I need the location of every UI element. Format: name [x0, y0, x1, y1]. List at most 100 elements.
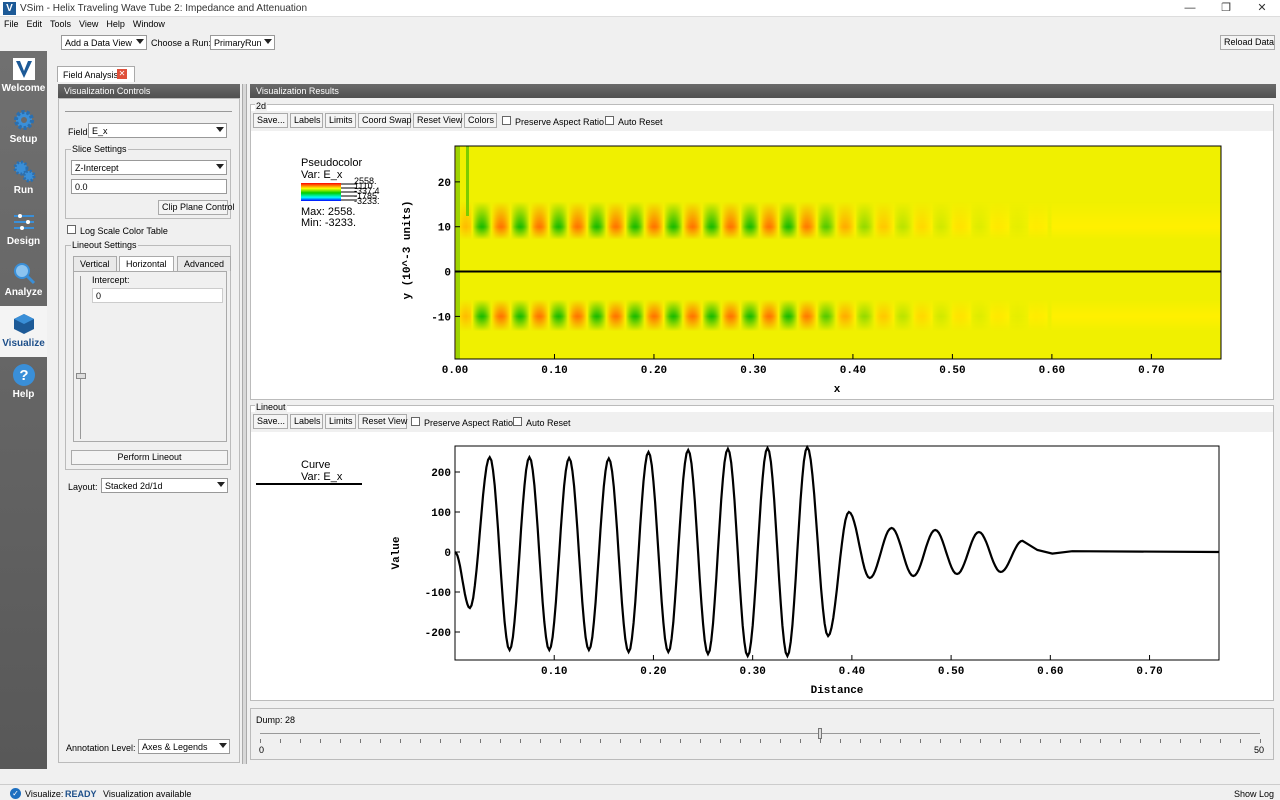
legend-tick: -3233. [354, 196, 380, 206]
limits-button[interactable]: Limits [325, 113, 356, 128]
auto-reset-checkbox[interactable] [513, 417, 522, 426]
lineout-tab-panel: Intercept: 0 [73, 271, 227, 442]
show-log-button[interactable]: Show Log [1234, 789, 1274, 799]
save-button[interactable]: Save... [253, 113, 288, 128]
tab-advanced[interactable]: Advanced [177, 256, 232, 271]
menu-tools[interactable]: Tools [46, 17, 75, 29]
help-icon: ? [12, 364, 35, 386]
log-scale-checkbox[interactable] [67, 225, 76, 234]
save-button[interactable]: Save... [253, 414, 288, 429]
intercept-input[interactable]: 0 [92, 288, 223, 303]
sidebar-item-welcome[interactable]: Welcome [0, 51, 47, 102]
perform-lineout-button[interactable]: Perform Lineout [71, 450, 228, 465]
menu-edit[interactable]: Edit [23, 17, 47, 29]
auto-reset-label: Auto Reset [618, 117, 663, 127]
coord-swap-button[interactable]: Coord Swap [358, 113, 412, 128]
chevron-down-icon [136, 39, 144, 44]
sidebar-item-label: Visualize [2, 338, 45, 349]
x-tick-label: 0.70 [1136, 666, 1162, 678]
sidebar-item-setup[interactable]: Setup [0, 102, 47, 153]
sidebar-item-label: Run [13, 185, 34, 196]
slider-tick [1180, 739, 1181, 743]
colors-button[interactable]: Colors [464, 113, 497, 128]
window-title: VSim - Helix Traveling Wave Tube 2: Impe… [20, 3, 308, 14]
reload-data-button[interactable]: Reload Data [1220, 35, 1275, 50]
minimize-button[interactable]: — [1172, 0, 1208, 17]
slider-tick [900, 739, 901, 743]
y-tick-label: 20 [438, 178, 451, 190]
tab-horizontal[interactable]: Horizontal [119, 256, 174, 271]
layout-dropdown[interactable]: Stacked 2d/1d [101, 478, 228, 493]
controls-panel: Field E_x Slice Settings Z-Intercept 0.0… [58, 98, 240, 763]
x-tick-label: 0.10 [541, 365, 567, 377]
preserve-aspect-label: Preserve Aspect Ratio [515, 117, 605, 127]
reset-view-button[interactable]: Reset View [358, 414, 407, 429]
svg-text:?: ? [19, 367, 28, 384]
slider-tick [1120, 739, 1121, 743]
sidebar-item-analyze[interactable]: Analyze [0, 255, 47, 306]
reset-view-button[interactable]: Reset View [413, 113, 462, 128]
menu-help[interactable]: Help [102, 17, 129, 29]
slider-tick [700, 739, 701, 743]
slider-tick [960, 739, 961, 743]
menu-file[interactable]: File [0, 17, 23, 29]
x-tick-label: 0.30 [740, 365, 766, 377]
chevron-down-icon [216, 127, 224, 132]
dump-slider-handle[interactable] [818, 728, 822, 739]
auto-reset-checkbox[interactable] [605, 116, 614, 125]
lineout-plot[interactable]: 0.10 0.20 0.30 0.40 0.50 0.60 0.70 200 100 0 -100… [385, 440, 1230, 700]
dump-max-label: 50 [1254, 745, 1265, 755]
limits-button[interactable]: Limits [325, 414, 356, 429]
sidebar-item-help[interactable]: ? Help [0, 357, 47, 408]
heatmap-plot[interactable]: 0.00 0.10 0.20 0.30 0.40 0.50 0.60 0.70 20 10 0 -1… [390, 140, 1230, 400]
panel-splitter[interactable] [242, 84, 247, 764]
heatmap-edge-strip [466, 146, 469, 216]
tab-field-analysis[interactable]: Field Analysis ✕ [57, 66, 135, 82]
slider-tick [1140, 739, 1141, 743]
slider-tick [640, 739, 641, 743]
slider-tick [380, 739, 381, 743]
clip-plane-control-button[interactable]: Clip Plane Control [158, 200, 235, 215]
labels-button[interactable]: Labels [290, 414, 323, 429]
sidebar-item-run[interactable]: Run [0, 153, 47, 204]
v-logo-icon [12, 58, 35, 80]
legend-2d-title: Pseudocolor [301, 157, 363, 169]
close-icon[interactable]: ✕ [117, 69, 127, 79]
checkmark-icon: ✓ [10, 788, 21, 799]
chevron-down-icon [264, 39, 272, 44]
y-tick-label: 200 [431, 468, 451, 480]
dump-slider-track[interactable] [260, 733, 1260, 734]
heatmap-field [455, 146, 1221, 359]
sidebar-item-design[interactable]: Design [0, 204, 47, 255]
slider-tick [620, 739, 621, 743]
sidebar-item-label: Setup [9, 134, 38, 145]
tab-vertical[interactable]: Vertical [73, 256, 117, 271]
sidebar-item-visualize[interactable]: Visualize [0, 306, 47, 357]
legend-2d-min: Min: -3233. [301, 217, 357, 229]
annotation-level-dropdown[interactable]: Axes & Legends [138, 739, 230, 754]
slice-settings-title: Slice Settings [71, 144, 128, 154]
menu-window[interactable]: Window [129, 17, 169, 29]
slice-dropdown[interactable]: Z-Intercept [71, 160, 227, 175]
menu-view[interactable]: View [75, 17, 102, 29]
lineout-settings-group: Lineout Settings Vertical Horizontal Adv… [65, 240, 232, 470]
labels-button[interactable]: Labels [290, 113, 323, 128]
title-bar: V VSim - Helix Traveling Wave Tube 2: Im… [0, 0, 1280, 17]
status-state: READY [65, 789, 97, 799]
slice-value-input[interactable]: 0.0 [71, 179, 227, 194]
intercept-label: Intercept: [92, 275, 130, 285]
close-button[interactable]: ✕ [1244, 0, 1280, 17]
status-bar: ✓ Visualize: READY Visualization availab… [0, 784, 1280, 800]
y-tick-label: -100 [425, 588, 451, 600]
intercept-slider-handle[interactable] [76, 373, 86, 379]
heatmap-y-axis-label: y (10^-3 units) [402, 200, 414, 299]
chevron-down-icon [217, 482, 225, 487]
maximize-button[interactable]: ❐ [1208, 0, 1244, 17]
preserve-aspect-checkbox[interactable] [411, 417, 420, 426]
x-tick-label: 0.10 [541, 666, 567, 678]
slider-tick [880, 739, 881, 743]
preserve-aspect-checkbox[interactable] [502, 116, 511, 125]
add-data-view-dropdown[interactable]: Add a Data View [61, 35, 147, 50]
run-dropdown[interactable]: PrimaryRun [210, 35, 275, 50]
field-dropdown[interactable]: E_x [88, 123, 227, 138]
